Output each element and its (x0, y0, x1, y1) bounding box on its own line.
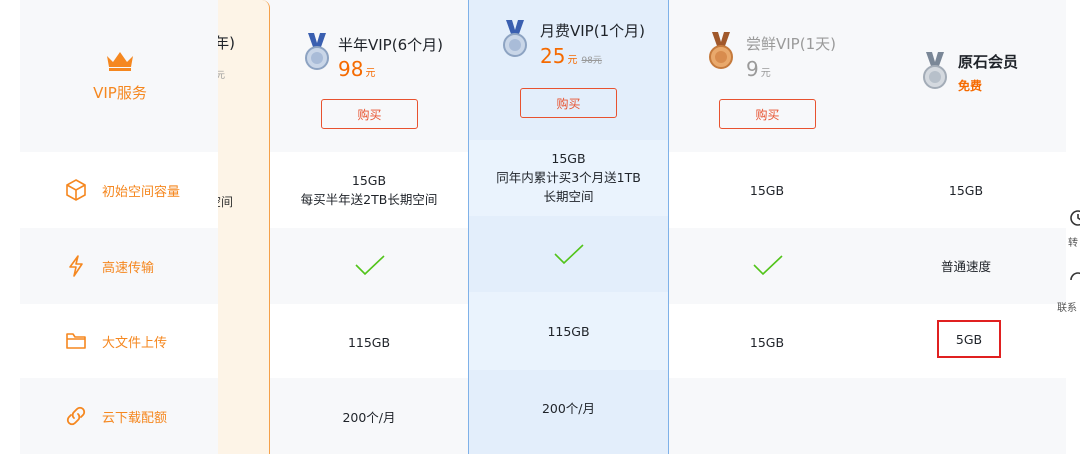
transfer-tool-icon[interactable] (1068, 208, 1080, 228)
lightning-icon (64, 254, 88, 278)
cell-trial-storage: 15GB (749, 183, 785, 198)
feature-label-upload: 大文件上传 (102, 335, 168, 351)
cube-icon (64, 178, 88, 202)
feature-label-speed: 高速传输 (102, 260, 155, 276)
folder-icon (64, 329, 88, 353)
plan-header-trial: 尝鲜VIP(1天) 9元 购买 (668, 0, 866, 152)
half-year-plan-price: 98 元 (338, 57, 375, 81)
month-price-value: 25 (540, 44, 566, 68)
feature-column-header: VIP服务 (20, 0, 220, 152)
bronze-medal-icon (709, 32, 733, 69)
annual-plan-title-fragment: 年) (218, 34, 235, 52)
cell-basic-speed: 普通速度 (940, 259, 991, 274)
month-plan-price: 25 元 98元 (540, 44, 602, 68)
month-price-unit: 元 (567, 55, 578, 66)
cell-half-year-storage: 15GB 每买半年送2TB长期空间 (270, 171, 468, 209)
half-year-price-value: 98 (338, 57, 364, 81)
cell-basic-storage: 15GB (948, 183, 984, 198)
annual-plan-price-fragment: 元 (218, 68, 225, 81)
basic-upload-highlight-box: 5GB (937, 320, 1001, 358)
feature-row-cloud-download: 云下载配额 (20, 378, 220, 454)
month-plan-title: 月费VIP(1个月) (540, 22, 645, 40)
half-year-storage-line1: 15GB (351, 173, 387, 188)
trial-price-unit: 元 (760, 68, 771, 79)
trial-plan-title: 尝鲜VIP(1天) (746, 35, 836, 53)
silver-medal-icon (503, 20, 527, 57)
side-tool-transfer-label[interactable]: 转 (1068, 234, 1078, 249)
basic-plan-title: 原石会员 (958, 53, 1019, 71)
half-year-buy-button[interactable]: 购买 (321, 99, 418, 129)
trial-price-value: 9 (746, 57, 759, 81)
trial-speed-check-icon (753, 255, 783, 276)
cell-month-upload: 115GB (547, 324, 590, 339)
half-year-price-unit: 元 (365, 68, 376, 79)
cell-half-year-upload: 115GB (347, 335, 391, 350)
trial-plan-price: 9元 (746, 57, 771, 81)
cell-month-cloud-download: 200个/月 (541, 401, 596, 416)
half-year-storage-line2: 每买半年送2TB长期空间 (300, 192, 438, 207)
vip-comparison-page: VIP服务 初始空间容量 高速传输 大文件上传 云下载配额) 间 半年VIP(… (0, 0, 1080, 454)
month-storage-line1: 15GB (551, 151, 586, 166)
feature-row-speed: 高速传输 (20, 228, 220, 304)
feature-row-storage: 初始空间容量 (20, 152, 220, 228)
plan-header-basic: 原石会员 免费 (866, 0, 1066, 152)
plan-header-month: 月费VIP(1个月) 25 元 98元 购买 (469, 0, 668, 152)
plan-header-half-year: 半年VIP(6个月) 98 元 购买 (270, 0, 468, 152)
cell-month-storage: 15GB 同年内累计买3个月送1TB 长期空间 (469, 149, 668, 206)
cell-trial-upload: 15GB (749, 335, 785, 350)
month-buy-button[interactable]: 购买 (520, 88, 617, 118)
feature-row-upload: 大文件上传 (20, 304, 220, 378)
plan-column-annual-partial: 年) 元 空间 (218, 0, 270, 454)
annual-plan-storage-fragment: 空间 (218, 195, 233, 209)
half-year-plan-title: 半年VIP(6个月) (338, 36, 443, 54)
link-icon (64, 404, 88, 428)
month-speed-check-icon (554, 244, 584, 265)
month-original-price: 98元 (581, 56, 602, 66)
silver-medal-icon (305, 33, 329, 70)
feature-label-storage: 初始空间容量 (102, 184, 181, 200)
month-storage-line2: 同年内累计买3个月送1TB (496, 170, 641, 185)
month-storage-line3: 长期空间 (543, 189, 594, 204)
trial-buy-button[interactable]: 购买 (719, 99, 816, 129)
gray-medal-icon (923, 52, 947, 89)
vip-service-label: VIP服务 (93, 83, 147, 102)
cell-half-year-cloud-download: 200个/月 (342, 410, 396, 425)
feature-label-cloud-download: 云下载配额 (102, 410, 168, 426)
half-year-speed-check-icon (355, 255, 385, 276)
basic-plan-price-label: 免费 (958, 79, 983, 93)
cell-basic-upload: 5GB (955, 331, 983, 347)
crown-icon (107, 51, 133, 71)
contact-tool-icon[interactable] (1068, 268, 1080, 288)
side-tool-contact-label[interactable]: 联系 (1057, 299, 1077, 314)
